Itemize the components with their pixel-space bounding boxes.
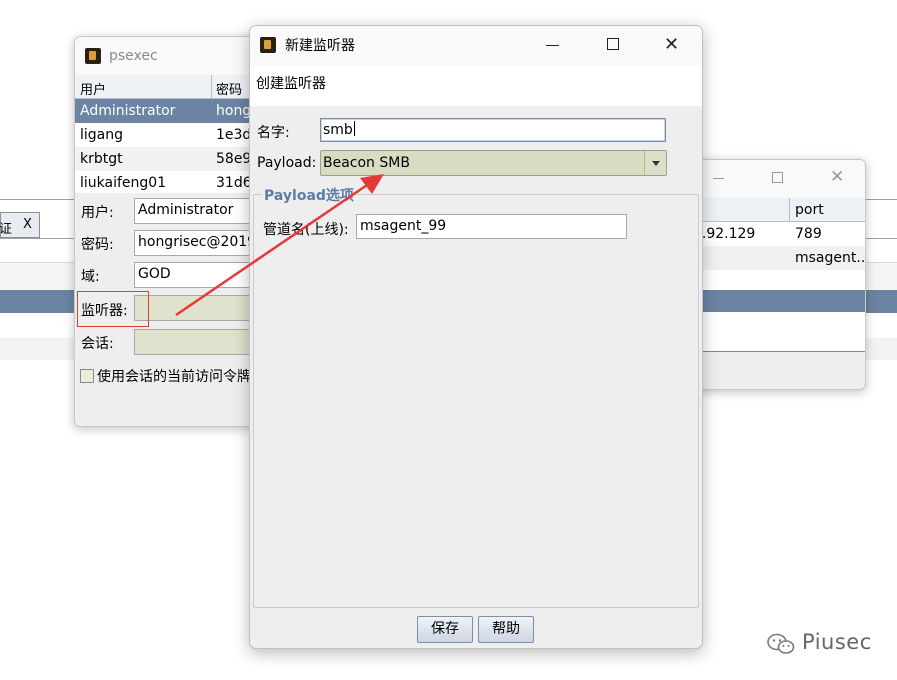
minimize-icon[interactable] bbox=[713, 178, 724, 179]
help-button[interactable]: 帮助 bbox=[478, 616, 534, 643]
dialog-banner: 创建监听器 bbox=[250, 66, 702, 106]
close-icon[interactable]: ✕ bbox=[830, 167, 844, 187]
table-cell: Administrator bbox=[80, 103, 176, 119]
password-label: 密码: bbox=[81, 237, 114, 253]
chevron-down-icon[interactable] bbox=[644, 151, 666, 175]
table-cell: 58e9 bbox=[216, 151, 252, 167]
background-tab-close-icon[interactable]: X bbox=[23, 217, 32, 232]
app-icon bbox=[85, 48, 101, 64]
maximize-icon[interactable] bbox=[772, 172, 783, 183]
payload-select[interactable]: Beacon SMB bbox=[320, 150, 667, 176]
watermark-text: Piusec bbox=[802, 630, 872, 654]
table-row[interactable]: liukaifeng01 31d6 bbox=[75, 171, 273, 195]
payload-label: Payload: bbox=[257, 155, 317, 171]
annotation-highlight-box bbox=[77, 291, 149, 327]
dialog-titlebar[interactable]: 新建监听器 ✕ bbox=[250, 26, 702, 66]
domain-label: 域: bbox=[81, 269, 100, 285]
column-header-user[interactable]: 用户 bbox=[80, 79, 106, 98]
new-listener-dialog: 新建监听器 ✕ 创建监听器 名字: smb Payload: Beacon SM… bbox=[249, 25, 703, 649]
psexec-window: psexec 用户 密码 Administrator hong ligang 1… bbox=[74, 36, 274, 427]
app-icon bbox=[260, 37, 276, 53]
table-cell: hong bbox=[216, 103, 252, 119]
save-button[interactable]: 保存 bbox=[417, 616, 473, 643]
listeners-table: port 3.92.129 789 msagent... bbox=[691, 198, 865, 352]
payload-options-title: Payload选项 bbox=[262, 185, 356, 205]
close-icon[interactable]: ✕ bbox=[664, 34, 679, 55]
use-session-token-checkbox[interactable] bbox=[80, 369, 94, 383]
table-cell: msagent... bbox=[795, 250, 866, 266]
user-label: 用户: bbox=[81, 205, 114, 221]
table-row[interactable]: krbtgt 58e9 bbox=[75, 147, 273, 171]
table-row[interactable]: msagent... bbox=[691, 246, 865, 270]
background-tab-label: 证 bbox=[0, 222, 13, 237]
use-session-token-label: 使用会话的当前访问令牌 bbox=[97, 369, 251, 385]
table-cell: ligang bbox=[80, 127, 124, 143]
pipe-name-input[interactable]: msagent_99 bbox=[356, 214, 627, 239]
psexec-window-title: psexec bbox=[109, 48, 158, 64]
psexec-titlebar[interactable]: psexec bbox=[75, 37, 273, 75]
payload-selected-value: Beacon SMB bbox=[323, 155, 410, 171]
table-row[interactable]: 3.92.129 789 bbox=[691, 222, 865, 246]
table-row[interactable]: Administrator hong bbox=[75, 99, 273, 123]
table-cell: liukaifeng01 bbox=[80, 175, 167, 191]
banner-text: 创建监听器 bbox=[256, 76, 326, 92]
selected-row[interactable] bbox=[691, 290, 865, 312]
name-label: 名字: bbox=[257, 125, 290, 141]
session-label: 会话: bbox=[81, 336, 114, 352]
listeners-titlebar[interactable]: ✕ bbox=[691, 160, 865, 198]
column-header-password[interactable]: 密码 bbox=[216, 79, 242, 98]
table-header: 用户 密码 bbox=[75, 75, 273, 99]
table-cell: 31d6 bbox=[216, 175, 252, 191]
table-cell: krbtgt bbox=[80, 151, 123, 167]
maximize-icon[interactable] bbox=[607, 38, 619, 50]
column-header-port[interactable]: port bbox=[795, 202, 824, 218]
text-caret bbox=[353, 121, 355, 136]
name-input[interactable]: smb bbox=[320, 118, 666, 142]
credentials-table: 用户 密码 Administrator hong ligang 1e3d krb… bbox=[75, 75, 273, 193]
table-cell: 1e3d bbox=[216, 127, 252, 143]
minimize-icon[interactable] bbox=[546, 45, 559, 46]
column-divider[interactable] bbox=[789, 198, 790, 222]
table-cell: 789 bbox=[795, 226, 822, 242]
dialog-title: 新建监听器 bbox=[285, 38, 355, 54]
name-value: smb bbox=[323, 122, 353, 138]
wechat-icon bbox=[767, 633, 795, 654]
table-row[interactable]: ligang 1e3d bbox=[75, 123, 273, 147]
background-tab[interactable]: 证 X bbox=[0, 212, 40, 238]
listeners-window: ✕ port 3.92.129 789 msagent... bbox=[690, 159, 866, 390]
payload-options-group: Payload选项 管道名(上线): msagent_99 bbox=[253, 185, 699, 608]
column-divider[interactable] bbox=[211, 75, 212, 99]
pipe-name-label: 管道名(上线): bbox=[263, 222, 349, 238]
table-header: port bbox=[691, 198, 865, 222]
